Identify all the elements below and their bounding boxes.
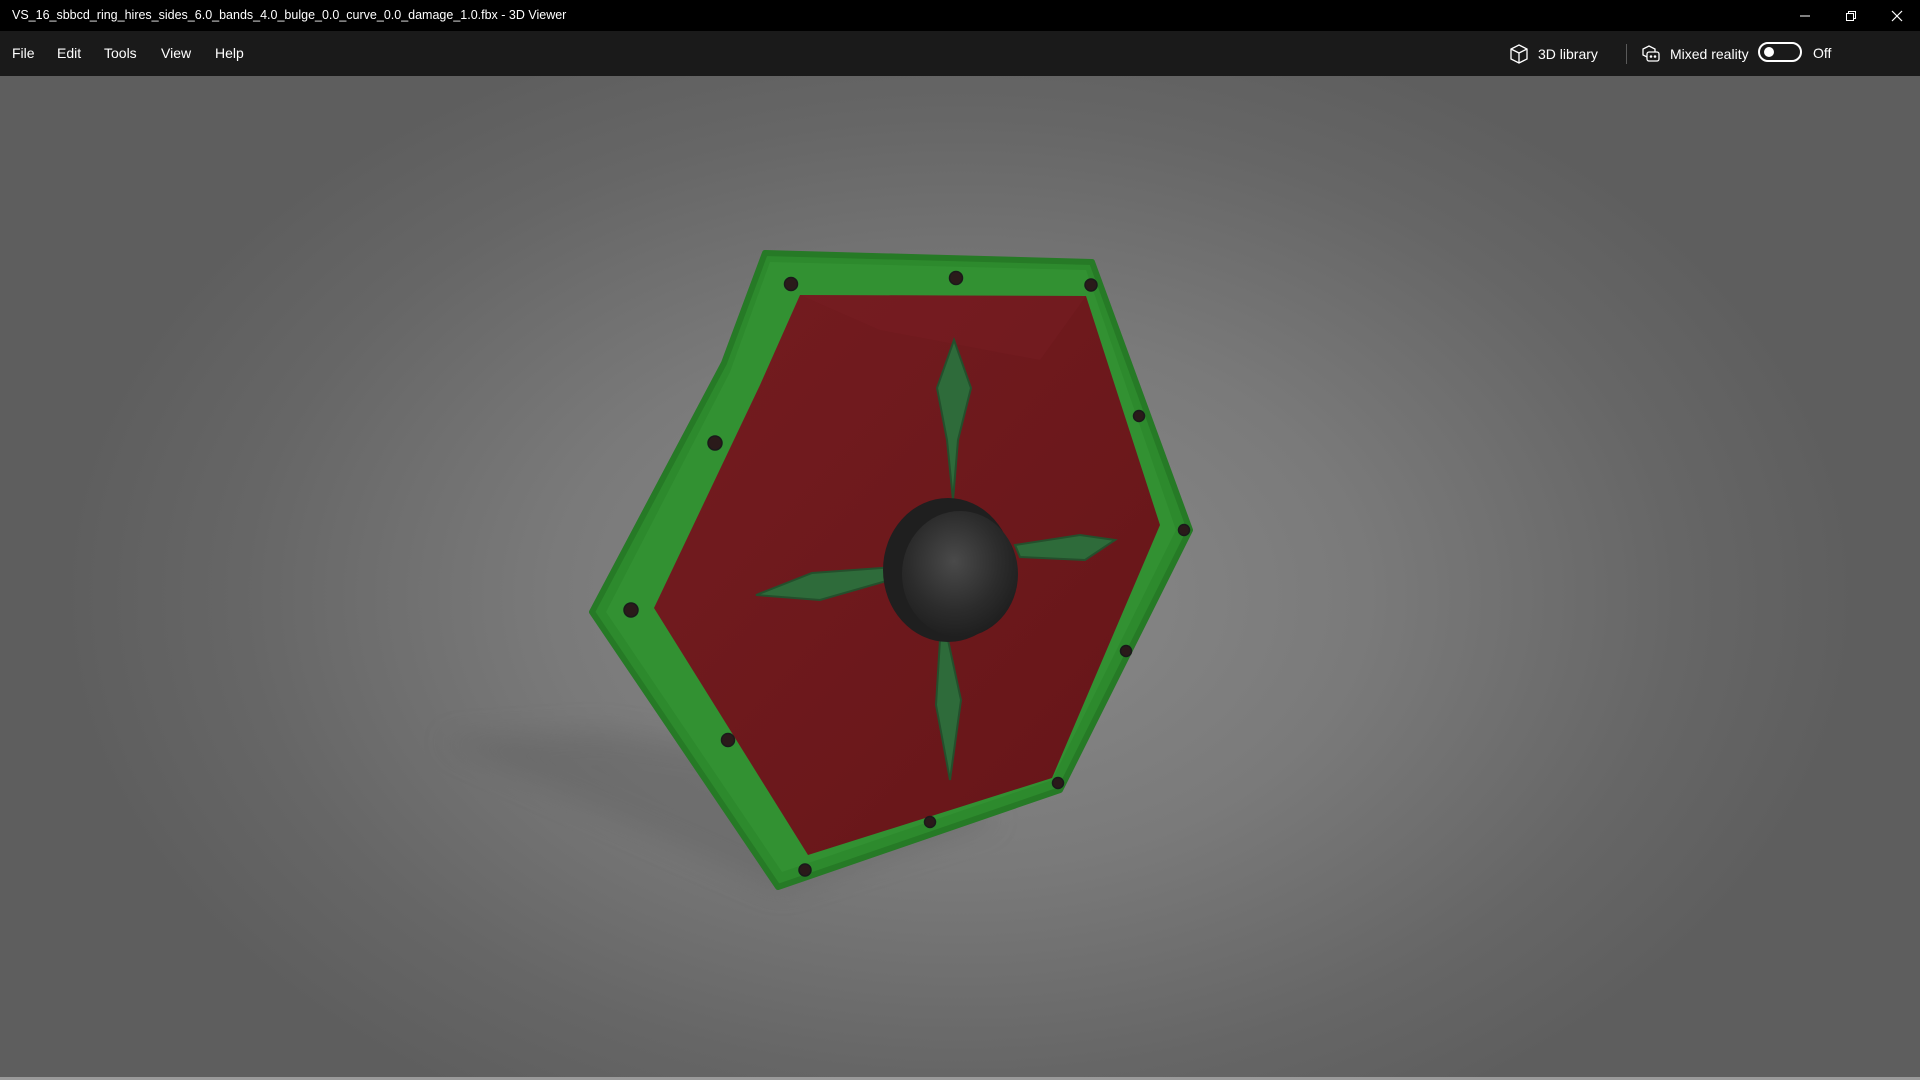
minimize-button[interactable] xyxy=(1782,0,1828,31)
menu-view[interactable]: View xyxy=(161,31,191,76)
mixed-reality-toggle[interactable] xyxy=(1758,42,1802,62)
title-bar: VS_16_sbbcd_ring_hires_sides_6.0_bands_4… xyxy=(0,0,1920,31)
cube-icon xyxy=(1508,43,1530,65)
restore-icon xyxy=(1846,10,1856,21)
mixed-reality-label: Mixed reality xyxy=(1670,46,1749,62)
close-button[interactable] xyxy=(1874,0,1920,31)
close-icon xyxy=(1891,10,1903,21)
menu-bar: File Edit Tools View Help 3D library Mix… xyxy=(0,31,1920,76)
mixed-reality-button[interactable]: Mixed reality xyxy=(1640,39,1760,69)
menu-help[interactable]: Help xyxy=(215,31,244,76)
shield-boss xyxy=(902,511,1018,637)
toggle-knob xyxy=(1764,47,1774,57)
model-render xyxy=(440,250,1193,890)
window-title: VS_16_sbbcd_ring_hires_sides_6.0_bands_4… xyxy=(12,8,567,22)
mixed-reality-icon xyxy=(1640,43,1662,65)
menu-edit[interactable]: Edit xyxy=(57,31,81,76)
3d-viewer-window: VS_16_sbbcd_ring_hires_sides_6.0_bands_4… xyxy=(0,0,1920,1080)
3d-library-button[interactable]: 3D library xyxy=(1508,39,1608,69)
3d-viewport[interactable] xyxy=(0,76,1920,1080)
minimize-icon xyxy=(1800,15,1810,16)
mixed-reality-state: Off xyxy=(1813,45,1832,61)
menu-tools[interactable]: Tools xyxy=(104,31,137,76)
toolbar-divider xyxy=(1626,44,1627,64)
restore-button[interactable] xyxy=(1828,0,1874,31)
menu-file[interactable]: File xyxy=(12,31,35,76)
3d-library-label: 3D library xyxy=(1538,46,1598,62)
